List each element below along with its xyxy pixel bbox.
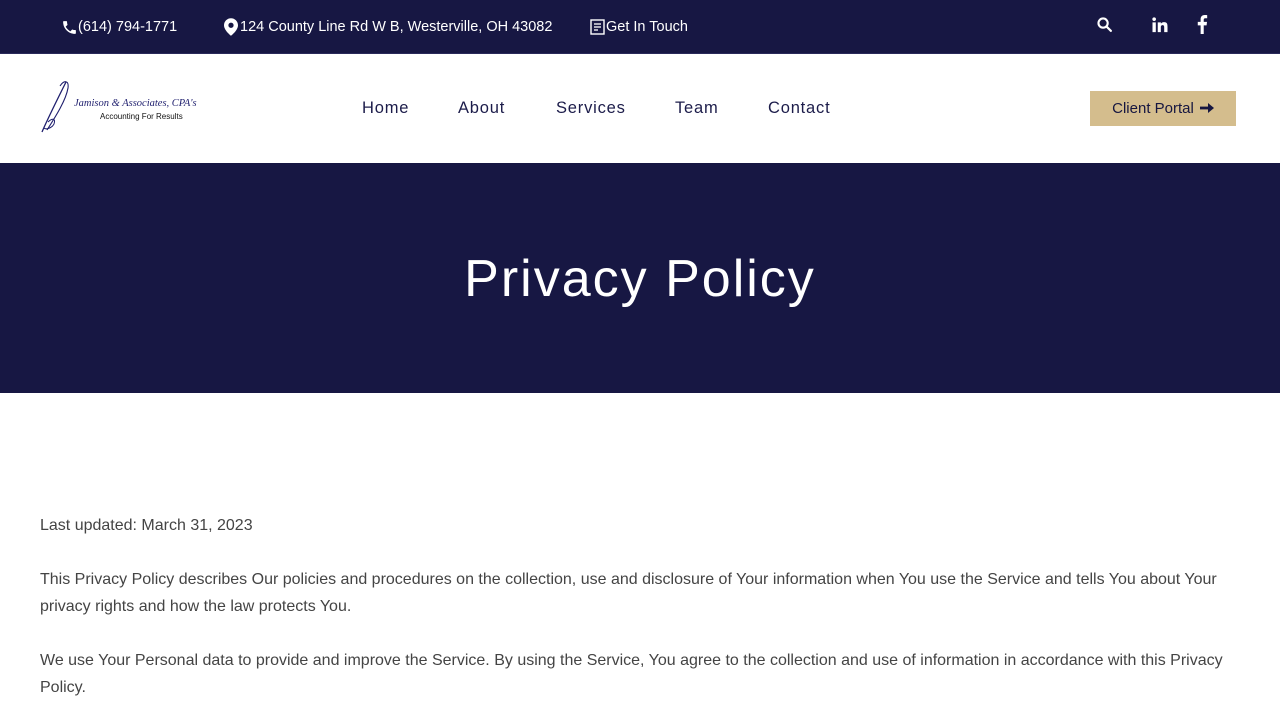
page-title: Privacy Policy [464,250,816,308]
page-hero: Privacy Policy [0,163,1280,393]
client-portal-button[interactable]: Client Portal [1090,91,1236,126]
policy-paragraph: This Privacy Policy describes Our polici… [40,571,1217,615]
get-in-touch-text: Get In Touch [606,19,688,35]
client-portal-label: Client Portal [1112,100,1194,117]
nav-team[interactable]: Team [675,99,719,118]
facebook-icon [1196,15,1208,39]
map-pin-icon [222,18,240,36]
phone-number: (614) 794-1771 [78,19,178,35]
arrow-right-icon [1199,100,1214,117]
svg-text:Accounting For Results: Accounting For Results [100,112,183,121]
linkedin-icon [1151,16,1169,39]
nav-services[interactable]: Services [556,99,626,118]
search-button[interactable] [1096,0,1113,54]
phone-link[interactable]: (614) 794-1771 [60,0,177,54]
nav-contact[interactable]: Contact [768,99,830,118]
nav-about[interactable]: About [458,99,505,118]
site-header: Jamison & Associates, CPA's Accounting F… [0,54,1280,163]
address-text: 124 County Line Rd W B, Westerville, OH … [240,19,553,35]
top-bar: (614) 794-1771 124 County Line Rd W B, W… [0,0,1280,54]
search-icon [1096,16,1113,38]
linkedin-link[interactable] [1151,0,1169,54]
policy-content: Last updated: March 31, 2023 This Privac… [40,512,1240,728]
address-link[interactable]: 124 County Line Rd W B, Westerville, OH … [222,0,552,54]
svg-text:Jamison & Associates, CPA's: Jamison & Associates, CPA's [74,98,197,109]
phone-icon [60,18,78,36]
last-updated: Last updated: March 31, 2023 [40,517,253,534]
contact-form-icon [588,18,606,36]
get-in-touch-link[interactable]: Get In Touch [588,0,688,54]
facebook-link[interactable] [1196,0,1208,54]
company-logo[interactable]: Jamison & Associates, CPA's Accounting F… [38,78,218,136]
nav-home[interactable]: Home [362,99,409,118]
policy-paragraph: We use Your Personal data to provide and… [40,652,1223,696]
